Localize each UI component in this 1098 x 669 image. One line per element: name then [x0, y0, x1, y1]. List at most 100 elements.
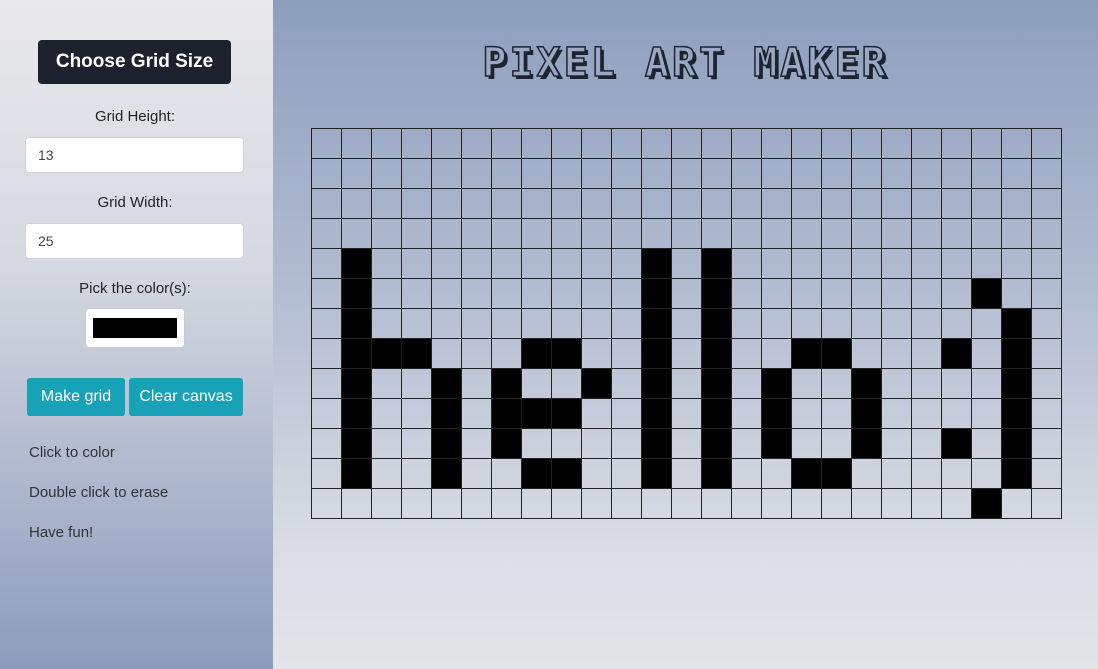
- grid-cell[interactable]: [521, 158, 552, 189]
- pixel-canvas[interactable]: [311, 128, 1062, 519]
- grid-cell[interactable]: [311, 338, 342, 369]
- grid-cell[interactable]: [1031, 188, 1062, 219]
- grid-cell[interactable]: [941, 368, 972, 399]
- grid-cell[interactable]: [941, 278, 972, 309]
- grid-cell[interactable]: [1031, 248, 1062, 279]
- grid-cell[interactable]: [521, 188, 552, 219]
- grid-cell[interactable]: [731, 458, 762, 489]
- grid-cell[interactable]: [671, 218, 702, 249]
- grid-cell[interactable]: [371, 128, 402, 159]
- grid-cell[interactable]: [941, 488, 972, 519]
- grid-cell[interactable]: [431, 338, 462, 369]
- grid-cell[interactable]: [731, 158, 762, 189]
- grid-cell[interactable]: [371, 338, 402, 369]
- grid-cell[interactable]: [821, 338, 852, 369]
- grid-cell[interactable]: [821, 458, 852, 489]
- grid-cell[interactable]: [971, 488, 1002, 519]
- grid-cell[interactable]: [731, 428, 762, 459]
- grid-cell[interactable]: [791, 488, 822, 519]
- grid-cell[interactable]: [431, 248, 462, 279]
- grid-cell[interactable]: [521, 338, 552, 369]
- grid-cell[interactable]: [1031, 308, 1062, 339]
- grid-cell[interactable]: [521, 488, 552, 519]
- grid-cell[interactable]: [581, 188, 612, 219]
- grid-cell[interactable]: [761, 488, 792, 519]
- grid-cell[interactable]: [581, 458, 612, 489]
- grid-cell[interactable]: [641, 488, 672, 519]
- grid-cell[interactable]: [1001, 308, 1032, 339]
- grid-cell[interactable]: [641, 128, 672, 159]
- grid-cell[interactable]: [611, 158, 642, 189]
- grid-cell[interactable]: [911, 308, 942, 339]
- grid-cell[interactable]: [461, 338, 492, 369]
- grid-cell[interactable]: [431, 158, 462, 189]
- grid-cell[interactable]: [971, 398, 1002, 429]
- grid-cell[interactable]: [1031, 488, 1062, 519]
- grid-cell[interactable]: [911, 128, 942, 159]
- grid-cell[interactable]: [851, 128, 882, 159]
- grid-cell[interactable]: [1001, 158, 1032, 189]
- grid-cell[interactable]: [881, 428, 912, 459]
- grid-cell[interactable]: [581, 158, 612, 189]
- grid-cell[interactable]: [941, 338, 972, 369]
- grid-cell[interactable]: [701, 338, 732, 369]
- grid-cell[interactable]: [371, 278, 402, 309]
- grid-cell[interactable]: [611, 458, 642, 489]
- grid-cell[interactable]: [611, 248, 642, 279]
- grid-cell[interactable]: [401, 278, 432, 309]
- grid-cell[interactable]: [401, 218, 432, 249]
- grid-cell[interactable]: [581, 278, 612, 309]
- grid-cell[interactable]: [491, 488, 522, 519]
- grid-cell[interactable]: [641, 248, 672, 279]
- grid-cell[interactable]: [911, 488, 942, 519]
- grid-cell[interactable]: [911, 338, 942, 369]
- grid-cell[interactable]: [1031, 218, 1062, 249]
- grid-cell[interactable]: [581, 248, 612, 279]
- grid-cell[interactable]: [671, 428, 702, 459]
- grid-cell[interactable]: [941, 128, 972, 159]
- grid-cell[interactable]: [641, 338, 672, 369]
- grid-cell[interactable]: [581, 428, 612, 459]
- grid-cell[interactable]: [731, 188, 762, 219]
- clear-canvas-button[interactable]: Clear canvas: [129, 378, 243, 416]
- grid-cell[interactable]: [581, 338, 612, 369]
- grid-cell[interactable]: [791, 188, 822, 219]
- make-grid-button[interactable]: Make grid: [27, 378, 125, 416]
- grid-cell[interactable]: [791, 158, 822, 189]
- grid-cell[interactable]: [341, 338, 372, 369]
- grid-cell[interactable]: [461, 398, 492, 429]
- grid-cell[interactable]: [461, 368, 492, 399]
- grid-cell[interactable]: [431, 368, 462, 399]
- grid-cell[interactable]: [671, 128, 702, 159]
- grid-cell[interactable]: [911, 428, 942, 459]
- grid-cell[interactable]: [491, 368, 522, 399]
- grid-cell[interactable]: [851, 488, 882, 519]
- grid-cell[interactable]: [1031, 398, 1062, 429]
- grid-cell[interactable]: [671, 368, 702, 399]
- grid-cell[interactable]: [551, 488, 582, 519]
- grid-cell[interactable]: [401, 188, 432, 219]
- grid-cell[interactable]: [341, 218, 372, 249]
- grid-cell[interactable]: [311, 158, 342, 189]
- grid-cell[interactable]: [761, 128, 792, 159]
- grid-cell[interactable]: [821, 188, 852, 219]
- grid-cell[interactable]: [341, 278, 372, 309]
- grid-cell[interactable]: [701, 308, 732, 339]
- grid-cell[interactable]: [821, 368, 852, 399]
- grid-cell[interactable]: [1001, 488, 1032, 519]
- grid-cell[interactable]: [1031, 428, 1062, 459]
- grid-cell[interactable]: [701, 128, 732, 159]
- grid-cell[interactable]: [491, 278, 522, 309]
- grid-cell[interactable]: [431, 458, 462, 489]
- grid-cell[interactable]: [731, 398, 762, 429]
- grid-cell[interactable]: [881, 218, 912, 249]
- grid-cell[interactable]: [731, 488, 762, 519]
- grid-cell[interactable]: [971, 158, 1002, 189]
- grid-cell[interactable]: [881, 338, 912, 369]
- grid-cell[interactable]: [431, 188, 462, 219]
- grid-cell[interactable]: [521, 398, 552, 429]
- grid-cell[interactable]: [611, 128, 642, 159]
- grid-cell[interactable]: [521, 128, 552, 159]
- grid-cell[interactable]: [941, 218, 972, 249]
- grid-cell[interactable]: [881, 188, 912, 219]
